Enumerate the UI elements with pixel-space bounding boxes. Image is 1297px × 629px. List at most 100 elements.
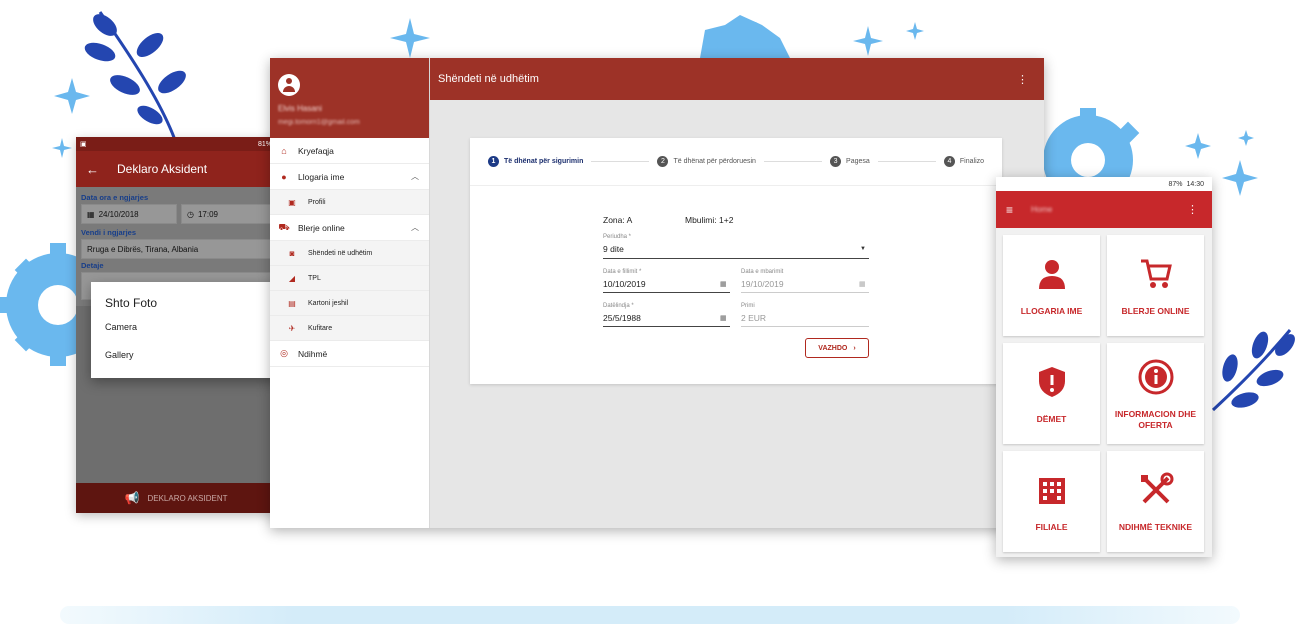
- drawer-item-home[interactable]: ⌂ Kryefaqja: [270, 138, 429, 164]
- drawer-subitem-tpl[interactable]: ◢ TPL: [270, 266, 429, 291]
- step-label: Të dhënat për përdoruesin: [673, 158, 756, 165]
- status-bar: 87% 14:30: [996, 177, 1212, 191]
- insurance-form-card: 1 Të dhënat për sigurimin 2 Të dhënat pë…: [470, 138, 1002, 384]
- navigation-drawer: Elvis Hasani megi.tomorri1@gmail.com ⌂ K…: [270, 58, 430, 528]
- app-bar: ≡ Home ⋮: [996, 191, 1212, 228]
- period-select[interactable]: 9 dite: [603, 244, 624, 254]
- tile-label: INFORMACION DHE OFERTA: [1114, 409, 1197, 430]
- date-label: Data ora e ngjarjes: [81, 193, 149, 202]
- period-underline: [603, 258, 869, 259]
- clock-time: 14:30: [1186, 180, 1204, 188]
- declare-accident-button[interactable]: 📢 DEKLARO AKSIDENT: [76, 483, 276, 513]
- calendar-icon[interactable]: ▦: [720, 314, 727, 322]
- tile-label: LLOGARIA IME: [1020, 306, 1083, 317]
- more-vert-icon[interactable]: ⋮: [1017, 73, 1028, 86]
- birth-date-input[interactable]: 25/5/1988: [603, 313, 641, 323]
- tile-information-offers[interactable]: INFORMACION DHE OFERTA: [1107, 343, 1204, 444]
- drawer-item-label: TPL: [308, 274, 321, 282]
- dropdown-arrow-icon[interactable]: ▼: [860, 246, 866, 252]
- step-2[interactable]: 2 Të dhënat për përdoruesin: [657, 156, 756, 167]
- time-field[interactable]: ◷ 17:09: [181, 204, 271, 224]
- drawer-item-buy-online[interactable]: ⛟ Blerje online ︿: [270, 215, 429, 241]
- leaf-branch-icon: [84, 11, 186, 141]
- premium-value: 2 EUR: [741, 313, 767, 323]
- arrow-left-icon[interactable]: ←: [86, 162, 99, 177]
- camera-option[interactable]: Camera: [105, 322, 267, 332]
- tile-buy-online[interactable]: BLERJE ONLINE: [1107, 235, 1204, 336]
- chevron-up-icon: ︿: [411, 172, 419, 181]
- clock-icon: ◷: [187, 209, 194, 219]
- tile-my-account[interactable]: LLOGARIA IME: [1003, 235, 1100, 336]
- more-vert-icon[interactable]: ⋮: [1187, 203, 1198, 216]
- user-name: Elvis Hasani: [278, 104, 323, 113]
- menu-icon[interactable]: ≡: [1006, 203, 1013, 217]
- end-date-input: 19/10/2019: [741, 279, 784, 289]
- drawer-subitem-border[interactable]: ✈ Kufitare: [270, 316, 429, 341]
- top-app-bar: Shëndeti në udhëtim ⋮: [430, 58, 1044, 100]
- help-icon: ◎: [280, 348, 288, 358]
- end-date-underline: [741, 292, 869, 293]
- cart-icon: [1136, 254, 1176, 294]
- period-label: Periudha *: [603, 234, 632, 240]
- birth-date-underline: [603, 326, 730, 327]
- cart-icon: ⛟: [278, 221, 290, 232]
- tile-technical-help[interactable]: NDIHMË TEKNIKE: [1107, 451, 1204, 552]
- calendar-icon: ▦: [859, 281, 866, 288]
- drawer-subitem-travel-health[interactable]: ◙ Shëndeti në udhëtim: [270, 241, 429, 266]
- drawer-header: Elvis Hasani megi.tomorri1@gmail.com: [270, 58, 429, 138]
- step-4[interactable]: 4 Finalizo: [943, 156, 985, 167]
- continue-label: VAZHDO: [818, 344, 848, 352]
- tile-label: DËMET: [1036, 414, 1067, 425]
- step-connector: [877, 161, 936, 162]
- step-label: Finalizo: [959, 158, 985, 165]
- birth-date-label: Datëlindja *: [603, 303, 634, 309]
- chevron-right-icon: ›: [853, 344, 856, 352]
- drawer-item-label: Blerje online: [298, 222, 345, 233]
- time-value: 17:09: [197, 209, 219, 219]
- declare-accident-label: DEKLARO AKSIDENT: [147, 493, 228, 503]
- start-date-input[interactable]: 10/10/2019: [603, 279, 646, 289]
- battery-status: 87%: [1168, 180, 1183, 188]
- step-3[interactable]: 3 Pagesa: [830, 156, 870, 167]
- tile-claims[interactable]: DËMET: [1003, 343, 1100, 444]
- details-label: Detaje: [81, 261, 104, 270]
- web-app-window: Elvis Hasani megi.tomorri1@gmail.com ⌂ K…: [270, 58, 1044, 528]
- floor-shadow: [60, 606, 1240, 624]
- drawer-subitem-profile[interactable]: ▣ Profili: [270, 190, 429, 215]
- step-1[interactable]: 1 Të dhënat për sigurimin: [488, 156, 583, 167]
- place-value: Rruga e Dibrës, Tirana, Albania: [87, 244, 199, 254]
- zone-text: Zona: A: [603, 215, 633, 225]
- drawer-item-label: Shëndeti në udhëtim: [308, 249, 373, 257]
- step-number: 3: [830, 156, 842, 167]
- right-phone-screen: 87% 14:30 ≡ Home ⋮ LLOGARIA IME BLERJE O…: [996, 177, 1212, 557]
- place-label: Vendi i ngjarjes: [81, 228, 137, 237]
- drawer-item-help[interactable]: ◎ Ndihmë: [270, 341, 429, 367]
- premium-label: Primi: [741, 303, 755, 309]
- app-bar: ← Deklaro Aksident: [76, 151, 276, 187]
- calendar-icon[interactable]: ▦: [720, 280, 727, 288]
- step-number: 4: [943, 156, 955, 167]
- megaphone-icon: 📢: [124, 491, 140, 505]
- shield-icon: [1032, 362, 1072, 402]
- building-icon: [1032, 470, 1072, 510]
- add-photo-dialog: Shto Foto Camera Gallery: [91, 282, 276, 378]
- drawer-item-label: Kufitare: [308, 324, 333, 332]
- step-number: 1: [488, 156, 499, 167]
- tile-label: BLERJE ONLINE: [1121, 306, 1190, 317]
- date-field[interactable]: ▦ 24/10/2018: [81, 204, 177, 224]
- drawer-subitem-green-card[interactable]: ▤ Kartoni jeshil: [270, 291, 429, 316]
- tile-label: NDIHMË TEKNIKE: [1118, 522, 1193, 533]
- coverage-text: Mbulimi: 1+2: [685, 215, 734, 225]
- start-date-label: Data e fillimit *: [603, 269, 642, 275]
- avatar: [278, 74, 300, 96]
- drawer-item-account[interactable]: ● Llogaria ime ︿: [270, 164, 429, 190]
- left-phone-screen: ▣ 81% ← Deklaro Aksident Data ora e ngja…: [76, 137, 276, 513]
- drawer-item-label: Profili: [308, 198, 326, 206]
- gallery-option[interactable]: Gallery: [105, 350, 267, 360]
- place-field[interactable]: Rruga e Dibrës, Tirana, Albania: [81, 239, 271, 259]
- chevron-up-icon: ︿: [411, 223, 419, 232]
- continue-button[interactable]: VAZHDO ›: [805, 338, 869, 358]
- premium-underline: [741, 326, 869, 327]
- drawer-item-label: Kartoni jeshil: [308, 299, 349, 307]
- tile-branches[interactable]: FILIALE: [1003, 451, 1100, 552]
